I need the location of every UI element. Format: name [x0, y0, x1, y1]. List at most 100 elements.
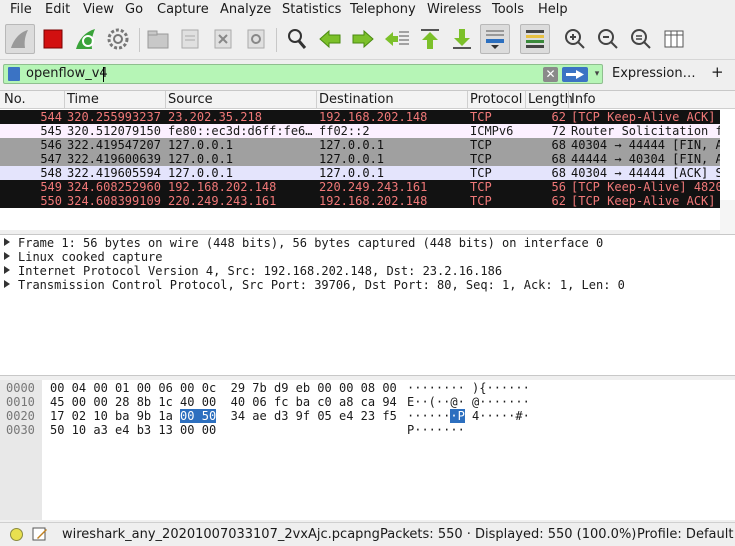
column-header-no[interactable]: No. — [4, 92, 26, 107]
packet-row[interactable]: 549 324.608252960 192.168.202.148 220.249.2… — [0, 180, 720, 194]
ascii-segment: E··(··@· @······· — [407, 395, 530, 409]
autoscroll-icon[interactable] — [480, 24, 510, 54]
column-divider[interactable] — [467, 91, 468, 109]
ascii-bytes[interactable]: ·······P 4·····#· — [407, 409, 530, 423]
menu-view[interactable]: View — [83, 2, 114, 17]
zoom-in-icon[interactable] — [560, 24, 590, 54]
menu-file[interactable]: File — [10, 2, 32, 17]
column-header-time[interactable]: Time — [67, 92, 99, 107]
column-divider[interactable] — [64, 91, 65, 109]
column-header-source[interactable]: Source — [168, 92, 213, 107]
back-arrow-icon[interactable] — [315, 24, 345, 54]
column-header-destination[interactable]: Destination — [319, 92, 394, 107]
column-divider[interactable] — [525, 91, 526, 109]
stop-icon[interactable] — [38, 24, 68, 54]
menu-analyze[interactable]: Analyze — [220, 2, 271, 17]
menu-edit[interactable]: Edit — [45, 2, 70, 17]
goto-packet-icon[interactable] — [382, 24, 412, 54]
cell-protocol: TCP — [470, 194, 492, 208]
detail-row-frame[interactable]: Frame 1: 56 bytes on wire (448 bits), 56… — [4, 236, 603, 250]
options-gear-icon[interactable] — [103, 24, 133, 54]
last-packet-icon[interactable] — [447, 24, 477, 54]
ascii-bytes[interactable]: ········ ){······ — [407, 381, 530, 395]
cell-source: 23.202.35.218 — [168, 110, 262, 124]
cell-info: [TCP Keep-Alive ACK] 8 — [571, 110, 720, 124]
cell-no: 549 — [40, 180, 62, 194]
cell-protocol: TCP — [470, 180, 492, 194]
display-filter-input[interactable]: openflow_v4 ✕ ▾ — [3, 64, 603, 84]
first-packet-icon[interactable] — [415, 24, 445, 54]
expert-info-icon[interactable] — [10, 528, 23, 541]
cell-length: 68 — [551, 166, 566, 180]
packet-row[interactable]: 544 320.255993237 23.202.35.218 192.168.202… — [0, 110, 720, 124]
column-divider[interactable] — [165, 91, 166, 109]
clear-filter-icon[interactable]: ✕ — [543, 67, 558, 82]
cell-length: 68 — [551, 152, 566, 166]
bookmark-icon[interactable] — [8, 67, 20, 81]
expand-arrow-icon[interactable] — [4, 266, 10, 274]
column-header-info[interactable]: Info — [571, 92, 596, 107]
cell-source: 127.0.0.1 — [168, 152, 234, 166]
menu-telephony[interactable]: Telephony — [350, 2, 416, 17]
cell-source: 192.168.202.148 — [168, 180, 277, 194]
reload-icon[interactable] — [241, 24, 271, 54]
column-divider[interactable] — [316, 91, 317, 109]
resize-columns-icon[interactable] — [659, 24, 689, 54]
save-file-icon[interactable] — [175, 24, 205, 54]
expand-arrow-icon[interactable] — [4, 252, 10, 260]
detail-row-ipv4[interactable]: Internet Protocol Version 4, Src: 192.16… — [4, 264, 502, 278]
colorize-icon[interactable] — [520, 24, 550, 54]
hex-bytes[interactable]: 50 10 a3 e4 b3 13 00 00 — [50, 423, 216, 437]
byte-offset: 0010 — [6, 395, 35, 409]
expand-arrow-icon[interactable] — [4, 238, 10, 246]
display-filter-text[interactable]: openflow_v4 — [26, 66, 108, 81]
detail-row-linux-cooked[interactable]: Linux cooked capture — [4, 250, 163, 264]
ascii-bytes[interactable]: P······· — [407, 423, 465, 437]
cell-length: 72 — [551, 124, 566, 138]
column-divider[interactable] — [568, 91, 569, 109]
expression-button[interactable]: Expression… — [612, 66, 696, 81]
cell-info: [TCP Keep-Alive] 48200 — [571, 180, 720, 194]
status-capture-file: wireshark_any_20201007033107_2vxAjc.pcap… — [62, 527, 380, 542]
menu-help[interactable]: Help — [538, 2, 568, 17]
packet-row[interactable]: 550 324.608399109 220.249.243.161 192.168.2… — [0, 194, 720, 208]
restart-icon[interactable] — [71, 24, 101, 54]
column-header-length[interactable]: Length — [528, 92, 573, 107]
hex-segment: 17 02 10 ba 9b 1a — [50, 409, 181, 423]
close-file-icon[interactable] — [208, 24, 238, 54]
menu-tools[interactable]: Tools — [492, 2, 524, 17]
status-profile[interactable]: Profile: Default — [637, 527, 733, 542]
shark-fin-icon[interactable] — [5, 24, 35, 54]
hex-bytes[interactable]: 17 02 10 ba 9b 1a 00 50 34 ae d3 9f 05 e… — [50, 409, 397, 423]
cell-info: [TCP Keep-Alive ACK] 8 — [571, 194, 720, 208]
hex-bytes[interactable]: 00 04 00 01 00 06 00 0c 29 7b d9 eb 00 0… — [50, 381, 397, 395]
cell-length: 62 — [551, 110, 566, 124]
zoom-out-icon[interactable] — [593, 24, 623, 54]
cell-no: 548 — [40, 166, 62, 180]
apply-filter-icon[interactable] — [562, 67, 588, 82]
hex-bytes[interactable]: 45 00 00 28 8b 1c 40 00 40 06 fc ba c0 a… — [50, 395, 397, 409]
add-filter-button[interactable]: + — [711, 63, 724, 81]
detail-row-tcp[interactable]: Transmission Control Protocol, Src Port:… — [4, 278, 625, 292]
byte-offset: 0000 — [6, 381, 35, 395]
packet-row[interactable]: 546 322.419547207 127.0.0.1 127.0.0.1 TCP 68 4… — [0, 138, 720, 152]
column-header-protocol[interactable]: Protocol — [470, 92, 522, 107]
menu-statistics[interactable]: Statistics — [282, 2, 341, 17]
packet-row[interactable]: 545 320.512079150 fe80::ec3d:d6ff:fe6… ff02… — [0, 124, 720, 138]
find-icon[interactable] — [282, 24, 312, 54]
menu-wireless[interactable]: Wireless — [427, 2, 481, 17]
capture-comment-icon[interactable] — [32, 526, 48, 546]
packet-row[interactable]: 548 322.419605594 127.0.0.1 127.0.0.1 TCP 68 4… — [0, 166, 720, 180]
menu-capture[interactable]: Capture — [157, 2, 209, 17]
open-file-icon[interactable] — [143, 24, 173, 54]
packet-row[interactable]: 547 322.419600639 127.0.0.1 127.0.0.1 TCP 68 4… — [0, 152, 720, 166]
ascii-bytes[interactable]: E··(··@· @······· — [407, 395, 530, 409]
menu-go[interactable]: Go — [125, 2, 143, 17]
cell-destination: 192.168.202.148 — [319, 194, 428, 208]
forward-arrow-icon[interactable] — [348, 24, 378, 54]
toolbar-separator — [139, 28, 140, 52]
normal-size-icon[interactable] — [626, 24, 656, 54]
cell-protocol: TCP — [470, 138, 492, 152]
filter-history-dropdown[interactable]: ▾ — [590, 65, 604, 83]
expand-arrow-icon[interactable] — [4, 280, 10, 288]
